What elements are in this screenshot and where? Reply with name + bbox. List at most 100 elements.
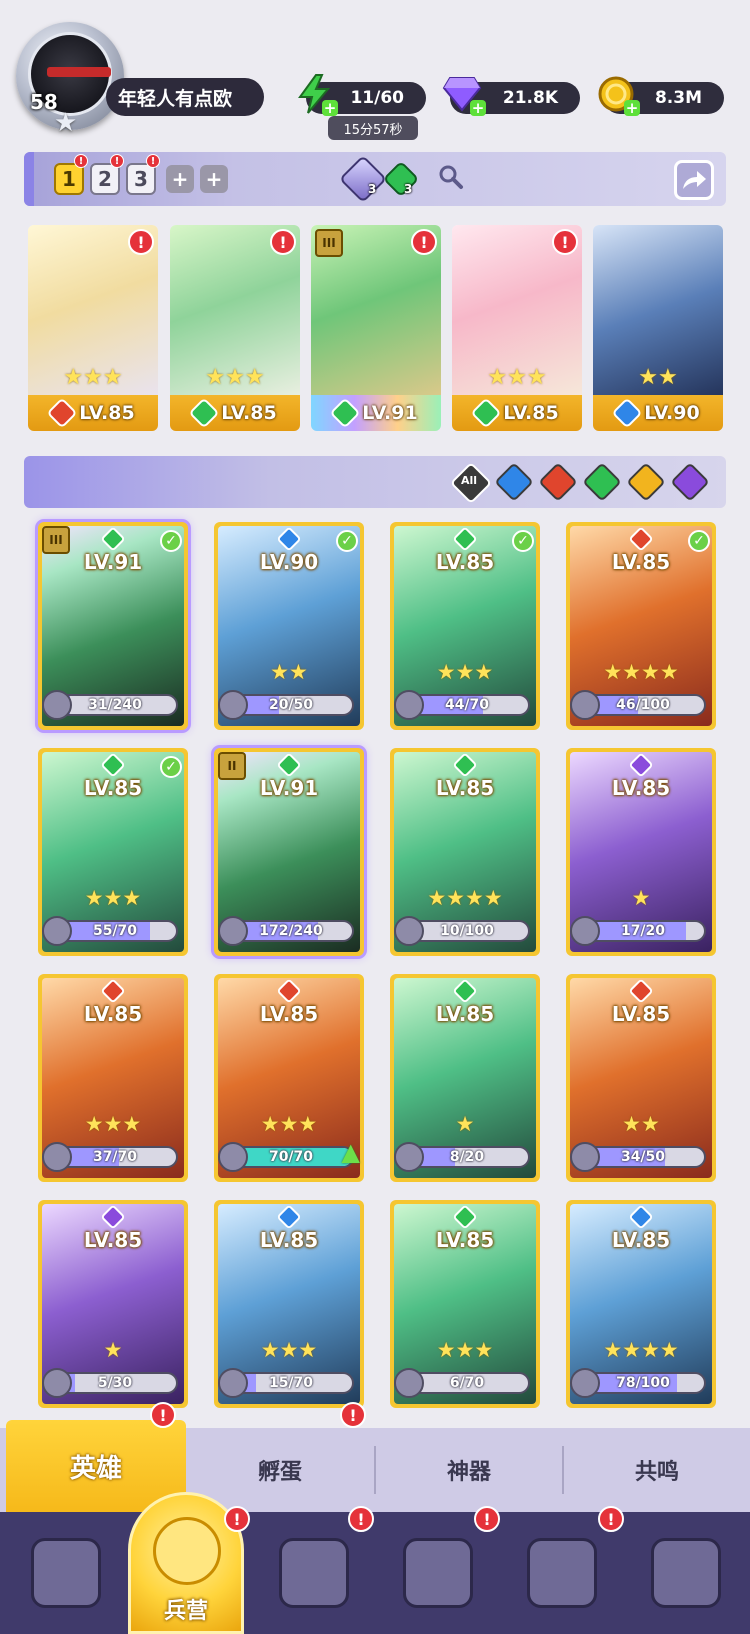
hero-card[interactable]: LV.85 ★★★ 15/70 [214, 1200, 364, 1408]
mushroom-house-icon [527, 1538, 597, 1608]
check-icon: ✓ [512, 530, 534, 552]
shard-count: 78/100 [616, 1375, 670, 1391]
hero-card[interactable]: LV.85 ★★★★ 78/100 [566, 1200, 716, 1408]
element-filter-bar: All [24, 456, 726, 508]
shard-count: 172/240 [259, 923, 323, 939]
nature-element-icon [329, 397, 361, 429]
share-icon[interactable] [674, 160, 714, 200]
alert-icon: ! [74, 154, 88, 168]
hero-level: LV.91 [362, 402, 418, 424]
star-rating: ★★★ [436, 660, 494, 684]
purple-gem-icon[interactable] [338, 154, 388, 204]
team-slot-1[interactable]: ★★★ LV.85! [28, 225, 158, 431]
shard-count: 37/70 [92, 1149, 138, 1165]
diamond-icon: + [440, 72, 486, 116]
hero-level: LV.85 [79, 402, 135, 424]
hero-card[interactable]: LV.85 ★★★★ 10/100 [390, 748, 540, 956]
tab-heroes-label: 英雄 [69, 1453, 122, 1484]
filter-fire-icon[interactable] [538, 462, 578, 502]
gems-value: 21.8K [502, 88, 558, 108]
star-rating: ★★★ [487, 365, 547, 390]
tab-resonance[interactable]: 共鸣 [564, 1428, 750, 1512]
shard-count: 55/70 [92, 923, 138, 939]
nav-guild[interactable] [624, 1512, 748, 1634]
star-rating: ★★★ [436, 1338, 494, 1362]
energy-value: 11/60 [350, 88, 404, 108]
hero-level: LV.85 [259, 1002, 319, 1026]
shard-icon [570, 690, 600, 720]
team-selector-bar: 1 ! 2 ! 3 ! + + 3 3 [24, 152, 726, 206]
shard-count: 10/100 [440, 923, 494, 939]
alert-icon: ! [598, 1506, 624, 1532]
hero-card[interactable]: LV.85 ★★★ 70/70 ▲ [214, 974, 364, 1182]
hero-card[interactable]: LV.85 ✓ ★★★★ 46/100 [566, 522, 716, 730]
barracks-icon [153, 1517, 221, 1585]
player-level: 58 [30, 90, 58, 114]
level-footer: LV.91 [311, 395, 441, 431]
gold-plus-icon[interactable]: + [624, 100, 640, 116]
hero-level: LV.90 [259, 550, 319, 574]
shard-icon [42, 1142, 72, 1172]
hero-level: LV.85 [259, 1228, 319, 1252]
team-slot-3[interactable]: LV.91! III [311, 225, 441, 431]
fire-element-icon [46, 397, 78, 429]
alert-icon: ! [411, 229, 437, 255]
shard-icon [218, 1368, 248, 1398]
green-gem-icon[interactable] [382, 160, 420, 198]
plus-icon[interactable]: + [166, 165, 194, 193]
guild-banner-icon [651, 1538, 721, 1608]
hero-card[interactable]: LV.85 ★ 8/20 [390, 974, 540, 1182]
sub-tab-bar: 英雄 ! 孵蛋 ! 神器 共鸣 [0, 1402, 750, 1512]
hero-card[interactable]: LV.91 ✓ III 31/240 [38, 522, 188, 730]
hero-level: LV.85 [611, 550, 671, 574]
filter-water-icon[interactable] [494, 462, 534, 502]
shard-icon [570, 1142, 600, 1172]
nature-element-icon [470, 397, 502, 429]
alert-icon: ! [348, 1506, 374, 1532]
gems-plus-icon[interactable]: + [470, 100, 486, 116]
cards-icon [31, 1538, 101, 1608]
filter-nature-icon[interactable] [582, 462, 622, 502]
avatar-headband [47, 67, 111, 77]
hero-card[interactable]: LV.85 ✓ ★★★ 55/70 [38, 748, 188, 956]
shard-count: 34/50 [620, 1149, 666, 1165]
hero-card[interactable]: LV.85 ★★★ 6/70 [390, 1200, 540, 1408]
hero-level: LV.85 [435, 1228, 495, 1252]
plus-icon[interactable]: + [200, 165, 228, 193]
shard-count: 31/240 [88, 697, 142, 713]
top-bar: ★ 58 年轻人有点欧 11/60 + 15分57秒 21.8K + 8.3M … [0, 0, 750, 150]
hero-card[interactable]: LV.85 ★ 5/30 [38, 1200, 188, 1408]
hero-level: LV.85 [503, 402, 559, 424]
hero-card[interactable]: LV.85 ★ 17/20 [566, 748, 716, 956]
upgrade-arrow-icon[interactable]: ▲ [342, 1138, 360, 1166]
team-slot-4[interactable]: ★★★ LV.85! [452, 225, 582, 431]
hero-card[interactable]: LV.85 ★★★ 37/70 [38, 974, 188, 1182]
green-gem-count: 3 [404, 182, 413, 196]
team-slot-2[interactable]: ★★★ LV.85! [170, 225, 300, 431]
nav-cards[interactable] [4, 1512, 128, 1634]
hero-level: LV.85 [83, 1002, 143, 1026]
check-icon: ✓ [688, 530, 710, 552]
shard-icon [218, 1142, 248, 1172]
hero-card[interactable]: LV.85 ★★ 34/50 [566, 974, 716, 1182]
star-rating: ★★★ [260, 1112, 318, 1136]
magnifier-icon[interactable] [438, 164, 464, 196]
hero-card[interactable]: LV.85 ✓ ★★★ 44/70 [390, 522, 540, 730]
star-rating: ★★ [622, 1112, 660, 1136]
bottom-nav: 兵营 ! ! ! ! [0, 1492, 750, 1634]
shard-icon [570, 1368, 600, 1398]
filter-light-icon[interactable] [626, 462, 666, 502]
tab-artifacts[interactable]: 神器 [376, 1428, 562, 1512]
team-slot-5[interactable]: ★★ LV.90 [593, 225, 723, 431]
filter-dark-icon[interactable] [670, 462, 710, 502]
hero-card[interactable]: LV.90 ✓ ★★ 20/50 [214, 522, 364, 730]
energy-plus-icon[interactable]: + [322, 100, 338, 116]
alert-icon: ! [150, 1402, 176, 1428]
shard-count: 8/20 [449, 1149, 485, 1165]
lightning-icon: + [292, 72, 338, 116]
alert-icon: ! [270, 229, 296, 255]
hero-card[interactable]: LV.91 II 172/240 [214, 748, 364, 956]
shard-icon [394, 690, 424, 720]
castle-icon [403, 1538, 473, 1608]
shard-icon [394, 916, 424, 946]
